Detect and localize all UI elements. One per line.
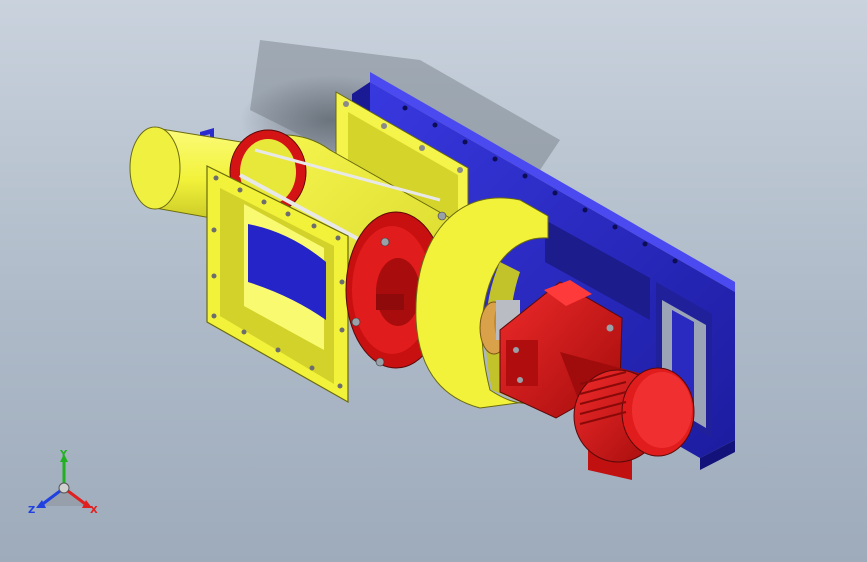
y-axis-label: Y [60, 449, 68, 460]
orientation-triad[interactable]: Y X Z [24, 448, 104, 528]
x-axis-label: X [90, 505, 98, 516]
rotary-valve-assembly-model[interactable] [0, 0, 867, 562]
cad-viewport[interactable]: Y X Z [0, 0, 867, 562]
triad-graphic [36, 454, 92, 508]
z-axis-label: Z [28, 505, 36, 516]
